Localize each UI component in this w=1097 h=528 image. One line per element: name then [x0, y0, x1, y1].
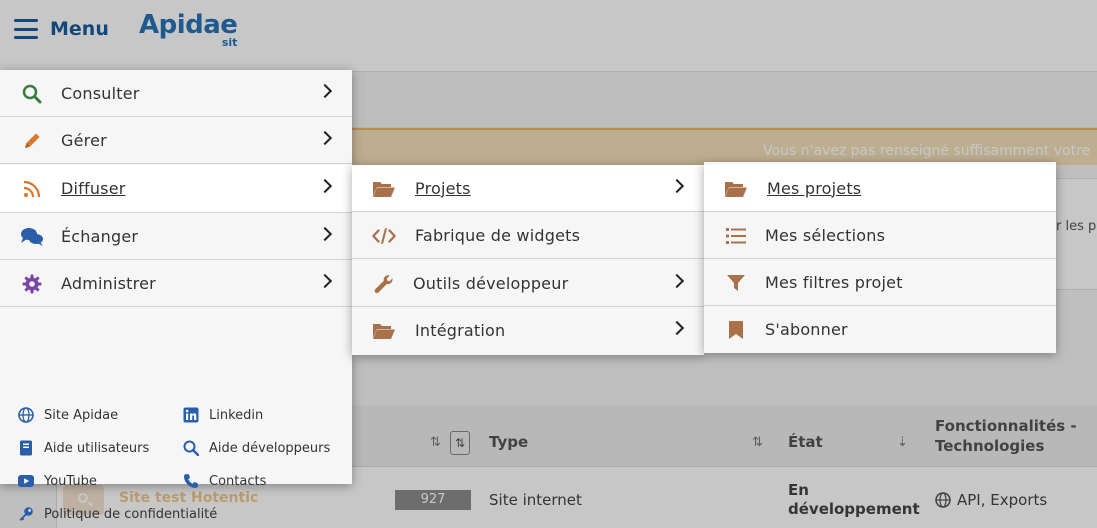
submenu-item-label: S'abonner — [765, 320, 848, 339]
folder-open-icon — [372, 319, 396, 343]
submenu-item-fabrique-widgets[interactable]: Fabrique de widgets — [352, 212, 704, 259]
folder-open-icon — [372, 177, 396, 201]
submenu-item-label: Mes filtres projet — [765, 272, 903, 292]
submenu-item-mes-selections[interactable]: Mes sélections — [704, 212, 1056, 259]
pencil-icon — [20, 129, 44, 153]
link-label: Politique de confidentialité — [44, 506, 218, 522]
submenu-item-label: Intégration — [415, 321, 506, 340]
chevron-right-icon — [317, 130, 333, 146]
book-icon — [17, 439, 35, 457]
submenu-item-mes-filtres-projet[interactable]: Mes filtres projet — [704, 259, 1056, 306]
menu-item-echanger[interactable]: Échanger — [0, 213, 352, 260]
submenu-item-mes-projets[interactable]: Mes projets — [704, 165, 1056, 212]
gear-icon — [20, 272, 44, 296]
submenu-item-label: Mes sélections — [765, 225, 886, 245]
menu-item-label: Administrer — [61, 273, 156, 293]
comments-icon — [20, 225, 44, 249]
bookmark-icon — [724, 318, 748, 342]
linkedin-icon — [182, 406, 200, 424]
footer-links: Site Apidae Linkedin Aide utilisateurs A… — [0, 378, 352, 528]
submenu-item-projets[interactable]: Projets — [352, 165, 704, 212]
youtube-icon — [17, 472, 35, 490]
submenu-item-sabonner[interactable]: S'abonner — [704, 306, 1056, 353]
submenu-item-outils-developpeur[interactable]: Outils développeur — [352, 260, 704, 307]
menu-item-diffuser[interactable]: Diffuser — [0, 165, 352, 213]
wrench-icon — [372, 272, 396, 296]
submenu-diffuser: Projets Fabrique de widgets Outils dével… — [352, 165, 704, 355]
link-youtube[interactable]: YouTube — [17, 472, 97, 490]
link-site-apidae[interactable]: Site Apidae — [17, 406, 118, 424]
chevron-right-icon — [669, 273, 685, 289]
link-label: Aide développeurs — [209, 440, 331, 456]
rss-icon — [20, 177, 44, 201]
submenu-item-label: Outils développeur — [413, 273, 569, 293]
phone-icon — [182, 472, 200, 490]
menu-item-label: Échanger — [61, 226, 139, 246]
chevron-right-icon — [317, 83, 333, 99]
link-label: Linkedin — [209, 407, 264, 423]
list-icon — [724, 224, 748, 248]
menu-item-consulter[interactable]: Consulter — [0, 70, 352, 117]
main-menu-panel: Consulter Gérer Diffuser Échanger Admini… — [0, 70, 352, 522]
key-icon — [17, 505, 35, 523]
link-label: Site Apidae — [44, 407, 119, 423]
submenu-item-label: Mes projets — [767, 178, 862, 198]
submenu-item-integration[interactable]: Intégration — [352, 307, 704, 354]
chevron-right-icon — [669, 320, 685, 336]
folder-open-icon — [724, 177, 748, 201]
link-label: Contacts — [209, 473, 267, 489]
submenu-item-label: Fabrique de widgets — [415, 225, 581, 245]
chevron-right-icon — [669, 178, 685, 194]
submenu-projets: Mes projets Mes sélections Mes filtres p… — [704, 162, 1056, 353]
menu-item-label: Diffuser — [61, 179, 126, 198]
menu-item-administrer[interactable]: Administrer — [0, 260, 352, 307]
chevron-right-icon — [317, 273, 333, 289]
search-icon — [20, 82, 44, 106]
link-label: YouTube — [44, 473, 97, 489]
chevron-right-icon — [317, 226, 333, 242]
filter-icon — [724, 271, 748, 295]
menu-item-label: Gérer — [61, 130, 107, 150]
link-label: Aide utilisateurs — [44, 440, 150, 456]
code-icon — [372, 224, 396, 248]
link-linkedin[interactable]: Linkedin — [182, 406, 263, 424]
link-aide-developpeurs[interactable]: Aide développeurs — [182, 439, 330, 457]
link-politique-confidentialite[interactable]: Politique de confidentialité — [17, 505, 217, 523]
menu-item-label: Consulter — [61, 83, 140, 103]
globe-icon — [17, 406, 35, 424]
link-contacts[interactable]: Contacts — [182, 472, 266, 490]
submenu-item-label: Projets — [415, 178, 471, 198]
chevron-right-icon — [317, 178, 333, 194]
link-aide-utilisateurs[interactable]: Aide utilisateurs — [17, 439, 149, 457]
menu-item-gerer[interactable]: Gérer — [0, 117, 352, 164]
search-icon — [182, 439, 200, 457]
